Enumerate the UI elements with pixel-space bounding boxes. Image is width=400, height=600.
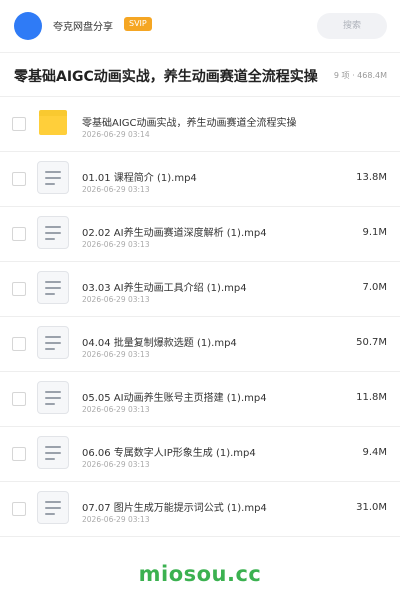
svip-badge[interactable]: SVIP xyxy=(124,17,152,31)
file-date: 2026-06-29 03:14 xyxy=(82,130,150,139)
file-size: 13.8M xyxy=(356,172,387,183)
file-date: 2026-06-29 03:13 xyxy=(82,240,150,249)
list-item[interactable]: 03.03 AI养生动画工具介绍 (1).mp4 2026-06-29 03:1… xyxy=(0,261,400,316)
file-size: 9.1M xyxy=(362,227,387,238)
file-list: 零基础AIGC动画实战，养生动画赛道全流程实操 2026-06-29 03:14… xyxy=(0,96,400,537)
file-name: 05.05 AI动画养生账号主页搭建 (1).mp4 xyxy=(82,393,267,404)
file-name: 零基础AIGC动画实战，养生动画赛道全流程实操 xyxy=(82,118,297,129)
file-icon xyxy=(37,216,69,249)
file-name: 04.04 批量复制爆款选题 (1).mp4 xyxy=(82,338,237,349)
file-icon xyxy=(37,271,69,304)
checkbox[interactable] xyxy=(12,392,26,406)
file-date: 2026-06-29 03:13 xyxy=(82,350,150,359)
file-icon xyxy=(37,161,69,194)
checkbox[interactable] xyxy=(12,337,26,351)
file-name: 06.06 专属数字人IP形象生成 (1).mp4 xyxy=(82,448,256,459)
title-bar: 零基础AIGC动画实战，养生动画赛道全流程实操 9 项 · 468.4M xyxy=(0,60,400,90)
search-input[interactable]: 搜索 xyxy=(317,13,387,39)
file-date: 2026-06-29 03:13 xyxy=(82,405,150,414)
file-icon xyxy=(37,436,69,469)
list-item-folder[interactable]: 零基础AIGC动画实战，养生动画赛道全流程实操 2026-06-29 03:14 xyxy=(0,96,400,151)
file-date: 2026-06-29 03:13 xyxy=(82,295,150,304)
file-size: 9.4M xyxy=(362,447,387,458)
file-size: 31.0M xyxy=(356,502,387,513)
file-date: 2026-06-29 03:13 xyxy=(82,185,150,194)
watermark: miosou.cc xyxy=(138,562,262,586)
checkbox[interactable] xyxy=(12,282,26,296)
file-name: 07.07 图片生成万能提示词公式 (1).mp4 xyxy=(82,503,267,514)
file-name: 02.02 AI养生动画赛道深度解析 (1).mp4 xyxy=(82,228,267,239)
list-item[interactable]: 02.02 AI养生动画赛道深度解析 (1).mp4 2026-06-29 03… xyxy=(0,206,400,261)
checkbox[interactable] xyxy=(12,502,26,516)
checkbox[interactable] xyxy=(12,227,26,241)
file-date: 2026-06-29 03:13 xyxy=(82,515,150,524)
top-bar: 夸克网盘分享 SVIP 搜索 xyxy=(0,0,400,53)
list-item[interactable]: 06.06 专属数字人IP形象生成 (1).mp4 2026-06-29 03:… xyxy=(0,426,400,481)
file-icon xyxy=(37,381,69,414)
file-count-size: 9 项 · 468.4M xyxy=(325,70,387,81)
file-date: 2026-06-29 03:13 xyxy=(82,460,150,469)
list-item[interactable]: 07.07 图片生成万能提示词公式 (1).mp4 2026-06-29 03:… xyxy=(0,481,400,537)
file-size: 11.8M xyxy=(356,392,387,403)
folder-icon xyxy=(39,110,67,135)
page-title: 零基础AIGC动画实战，养生动画赛道全流程实操 xyxy=(14,69,318,85)
list-item[interactable]: 01.01 课程简介 (1).mp4 2026-06-29 03:13 13.8… xyxy=(0,151,400,206)
list-item[interactable]: 04.04 批量复制爆款选题 (1).mp4 2026-06-29 03:13 … xyxy=(0,316,400,371)
checkbox[interactable] xyxy=(12,117,26,131)
app-name: 夸克网盘分享 xyxy=(53,22,113,33)
checkbox[interactable] xyxy=(12,447,26,461)
file-size: 7.0M xyxy=(362,282,387,293)
file-name: 03.03 AI养生动画工具介绍 (1).mp4 xyxy=(82,283,247,294)
avatar[interactable] xyxy=(14,12,42,40)
file-size: 50.7M xyxy=(356,337,387,348)
file-icon xyxy=(37,326,69,359)
file-name: 01.01 课程简介 (1).mp4 xyxy=(82,173,197,184)
list-item[interactable]: 05.05 AI动画养生账号主页搭建 (1).mp4 2026-06-29 03… xyxy=(0,371,400,426)
file-icon xyxy=(37,491,69,524)
checkbox[interactable] xyxy=(12,172,26,186)
